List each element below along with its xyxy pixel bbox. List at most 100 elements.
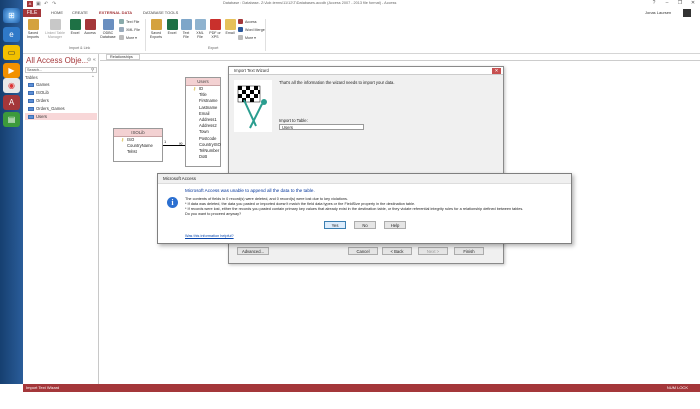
saved-imports-button[interactable]: Saved Imports <box>25 19 41 39</box>
import-more-button[interactable]: More ▾ <box>119 35 137 40</box>
export-pdf-button[interactable]: PDF or XPS <box>208 19 222 39</box>
nav-pane-title[interactable]: All Access Obje... <box>26 56 88 65</box>
explorer-icon[interactable]: ▭ <box>3 45 20 60</box>
notepad-icon[interactable]: ▤ <box>3 112 20 127</box>
alert-line-1: The contents of fields in 0 record(s) we… <box>185 197 348 201</box>
export-text-button[interactable]: Text File <box>180 19 192 39</box>
isolib-table-title: ISOLib <box>114 129 162 137</box>
status-text: Import Text Wizard <box>26 385 60 390</box>
table-icon <box>28 82 34 87</box>
minimize-button[interactable]: – <box>661 0 673 8</box>
collapse-pane-icon[interactable]: « <box>93 57 96 63</box>
ie-icon[interactable]: e <box>3 27 20 42</box>
save-icon[interactable]: ▣ <box>36 1 41 7</box>
nav-item-isolib[interactable]: ISOLib <box>25 89 97 96</box>
export-excel-button[interactable]: Excel <box>166 19 178 35</box>
export-access-button[interactable]: Access <box>238 19 257 24</box>
import-xml-file-button[interactable]: XML File <box>119 27 140 32</box>
import-to-table-input[interactable]: Users <box>279 124 364 130</box>
access-alert-dialog: Microsoft Access Microsoft Access was un… <box>157 173 572 244</box>
info-icon: i <box>167 197 178 208</box>
nav-item-games[interactable]: Games <box>25 81 97 88</box>
import-access-button[interactable]: Access <box>83 19 97 35</box>
export-more-button[interactable]: More ▾ <box>238 35 256 40</box>
tab-home[interactable]: HOME <box>51 10 63 15</box>
odbc-database-button[interactable]: ODBC Database <box>99 19 117 39</box>
access-taskbar-icon[interactable]: A <box>3 95 20 110</box>
ribbon: Saved Imports Linked Table Manager Excel… <box>23 17 700 54</box>
user-name[interactable]: Jonas Laursen <box>645 10 671 15</box>
export-group-label: Export <box>208 46 219 50</box>
helpful-link[interactable]: Was this information helpful? <box>185 234 234 238</box>
help-dialog-button[interactable]: Help <box>384 221 406 229</box>
odbc-label: ODBC Database <box>100 31 116 39</box>
nav-item-orders[interactable]: Orders <box>25 97 97 104</box>
title-bar: A ▣ ↶ ↷ Database : Database- Z:\Adr-term… <box>23 0 700 9</box>
field-telist: TelIst <box>127 149 137 155</box>
wizard-title: Import Text Wizard <box>229 67 503 75</box>
saved-exports-button[interactable]: Saved Exports <box>148 19 164 39</box>
ribbon-tabs: FILE HOME CREATE EXTERNAL DATA DATABASE … <box>23 9 700 17</box>
search-icon[interactable]: ⚲ <box>91 67 94 73</box>
access-icon <box>84 19 96 30</box>
advanced-button[interactable]: Advanced... <box>237 247 269 255</box>
tab-database-tools[interactable]: DATABASE TOOLS <box>143 10 178 15</box>
redo-icon[interactable]: ↷ <box>52 1 56 7</box>
export-xml-icon <box>194 19 206 30</box>
import-text-file-button[interactable]: Text File <box>119 19 139 24</box>
close-button[interactable]: ✕ <box>687 0 699 8</box>
back-button[interactable]: < Back <box>382 247 412 255</box>
cancel-button[interactable]: Cancel <box>348 247 378 255</box>
export-excel-icon <box>166 19 178 30</box>
isolib-table-box[interactable]: ISOLib ⚷ ISO CountryName TelIst <box>113 128 163 162</box>
next-button[interactable]: Next > <box>418 247 448 255</box>
word-icon <box>238 27 243 32</box>
linked-table-icon <box>49 19 61 30</box>
linked-table-manager-button[interactable]: Linked Table Manager <box>43 19 67 39</box>
access-app-icon: A <box>27 1 33 7</box>
nav-item-label: ISOLib <box>36 90 49 95</box>
export-xml-button[interactable]: XML File <box>194 19 206 39</box>
close-icon[interactable]: ✕ <box>492 68 501 74</box>
alert-line-3: * If records were lost, either the recor… <box>185 207 524 211</box>
saved-imports-icon <box>27 19 39 30</box>
undo-icon[interactable]: ↶ <box>44 1 48 7</box>
restore-button[interactable]: ❐ <box>674 0 686 8</box>
start-button[interactable]: ⊞ <box>3 8 20 23</box>
help-button[interactable]: ? <box>648 0 660 8</box>
import-excel-button[interactable]: Excel <box>69 19 81 35</box>
import-more-label: More ▾ <box>126 35 137 40</box>
status-bar: Import Text Wizard NUM LOCK <box>23 384 700 392</box>
tab-file[interactable]: FILE <box>23 9 41 17</box>
yes-button[interactable]: Yes <box>324 221 346 229</box>
import-text-file-label: Text File <box>126 19 140 24</box>
chrome-icon[interactable]: ◉ <box>3 78 20 93</box>
field-dob: DoB <box>199 154 208 160</box>
tab-create[interactable]: CREATE <box>72 10 88 15</box>
chevron-down-icon[interactable]: ⊙ <box>87 57 91 63</box>
word-merge-label: Word Merge <box>245 27 265 32</box>
tables-section-header[interactable]: Tables <box>25 75 38 80</box>
wizard-message: That's all the information the wizard ne… <box>279 80 395 85</box>
import-group-label: Import & Link <box>69 46 91 50</box>
export-text-icon <box>180 19 192 30</box>
nav-item-users[interactable]: Users <box>25 113 97 120</box>
avatar[interactable] <box>683 9 691 17</box>
users-table-box[interactable]: Users ⚷ ID Title Firstname Lastname Email… <box>185 77 221 167</box>
media-player-icon[interactable]: ▶ <box>3 63 20 78</box>
no-button[interactable]: No <box>354 221 376 229</box>
email-button[interactable]: Email <box>224 19 236 35</box>
linked-table-label: Linked Table Manager <box>44 31 66 39</box>
import-xml-file-label: XML File <box>126 27 141 32</box>
export-access-label: Access <box>245 19 257 24</box>
nav-search-input[interactable]: Search... <box>25 67 97 73</box>
word-merge-button[interactable]: Word Merge <box>238 27 265 32</box>
export-more-label: More ▾ <box>245 35 256 40</box>
finish-button[interactable]: Finish <box>454 247 484 255</box>
nav-item-label: Orders_Games <box>36 106 65 111</box>
export-pdf-label: PDF or XPS <box>209 31 221 39</box>
nav-item-orders-games[interactable]: Orders_Games <box>25 105 97 112</box>
email-icon <box>224 19 236 30</box>
alert-heading: Microsoft Access was unable to append al… <box>185 188 315 193</box>
tab-external-data[interactable]: EXTERNAL DATA <box>99 10 132 15</box>
